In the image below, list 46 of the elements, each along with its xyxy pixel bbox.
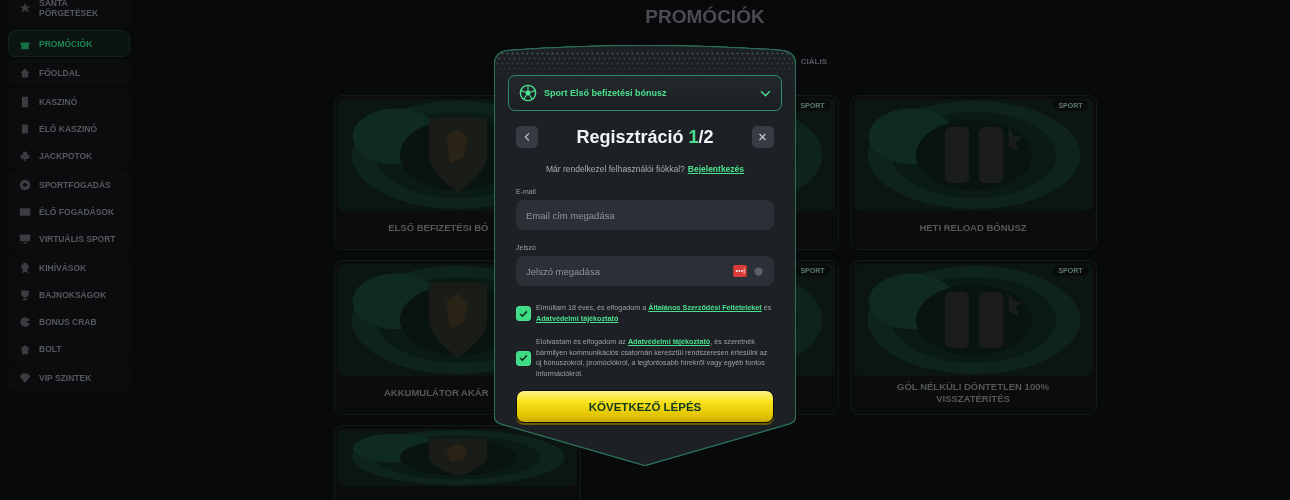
password-manager-icon [733, 265, 747, 277]
menu-item[interactable]: VIP SZINTEK [8, 364, 130, 391]
screen-icon [19, 205, 31, 218]
diamond-icon [19, 371, 31, 384]
close-button[interactable] [752, 126, 774, 148]
house-icon [19, 66, 31, 79]
star-icon [19, 2, 31, 14]
medal-icon [19, 261, 31, 274]
card-title: HETI RELOAD BÓNUSZ [919, 221, 1027, 234]
chevron-down-icon [760, 89, 771, 97]
menu-item[interactable]: ÉLŐ FOGADÁSOK [8, 198, 130, 225]
bag-icon [19, 342, 31, 355]
menu-item[interactable]: FŐOLDAL [8, 59, 130, 86]
chevron-left-icon [522, 132, 532, 142]
menu-item[interactable]: JACKPOTOK [8, 142, 130, 169]
checkmark-icon [519, 309, 528, 318]
filter-tab[interactable]: CIÁLIS [800, 57, 827, 66]
menu-item[interactable]: VIRTUÁLIS SPORT [8, 225, 130, 252]
menu-item[interactable]: BAJNOKSÁGOK [8, 281, 130, 308]
bonus-dropdown[interactable]: Sport Első befizetési bónusz [508, 75, 782, 111]
card-title: ELSŐ BEFIZETÉSI BÓ [388, 221, 489, 234]
clover-icon [19, 149, 31, 162]
card-title: AKKUMULÁTOR AKÁR [384, 386, 489, 399]
checkmark-icon [519, 354, 528, 362]
close-icon [758, 132, 768, 142]
menu-item[interactable]: BONUS CRAB [8, 308, 130, 335]
checkbox[interactable] [516, 306, 531, 321]
password-field[interactable]: Jelszó megadása [516, 256, 774, 286]
email-field[interactable]: Email cím megadása [516, 200, 774, 230]
menu-item[interactable]: PROMÓCIÓK [8, 30, 130, 57]
page-title: PROMÓCIÓK [645, 6, 765, 28]
menu-item[interactable]: SANTA PÖRGETÉSEK [8, 0, 130, 28]
back-button[interactable] [516, 126, 538, 148]
monitor-icon [19, 232, 31, 245]
menu-item[interactable]: ÉLŐ KASZINÓ [8, 115, 130, 142]
menu-item[interactable]: SPORTFOGADÁS [8, 171, 130, 198]
menu-item[interactable]: KIHÍVÁSOK [8, 254, 130, 281]
checkbox[interactable] [516, 350, 531, 366]
menu-item[interactable]: BOLT [8, 335, 130, 362]
soccer-ball-icon [519, 84, 537, 102]
card-title: GÓL NÉLKÜLI DÖNTETLEN 100% VISSZATÉRÍTÉS [896, 380, 1050, 405]
visibility-toggle-icon[interactable] [754, 266, 763, 276]
trophy-icon [19, 288, 31, 301]
login-link[interactable]: Bejelentkezés [687, 164, 745, 174]
next-step-button[interactable]: KÖVETKEZŐ LÉPÉS [516, 390, 774, 423]
menu-item[interactable]: KASZINÓ [8, 88, 130, 115]
